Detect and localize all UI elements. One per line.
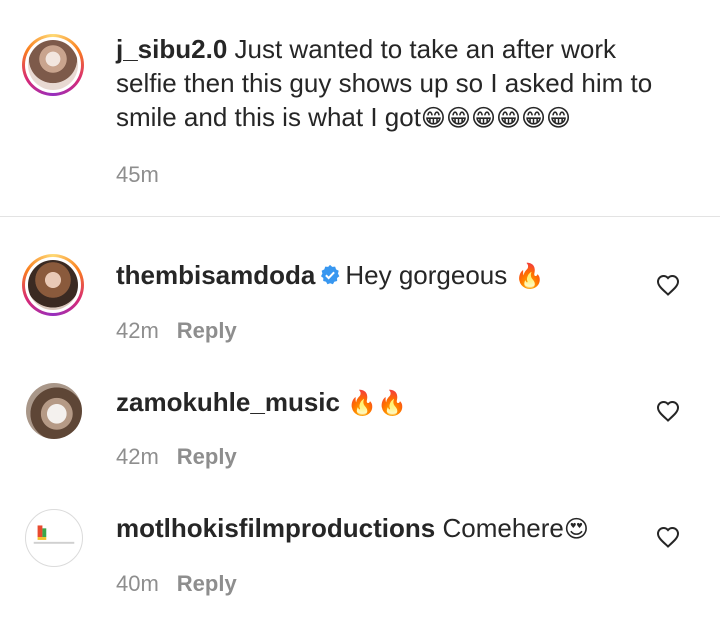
heart-outline-icon[interactable] — [656, 400, 680, 422]
caption-line-1: Just wanted to take an after work — [227, 34, 617, 64]
comment-body: Comehere — [435, 513, 564, 543]
comment-meta: 40m Reply — [116, 571, 237, 597]
comment-body: Hey gorgeous — [345, 260, 515, 290]
caption-emojis: 😁😁😁😁😁😁 — [420, 104, 572, 132]
comment-text: motlhokisfilmproductions Comehere😍 — [116, 511, 589, 546]
reply-button[interactable]: Reply — [177, 444, 237, 469]
comment-avatar[interactable] — [26, 383, 82, 439]
caption-timestamp: 45m — [116, 162, 159, 187]
caption-text: j_sibu2.0 Just wanted to take an after w… — [116, 32, 706, 135]
comment-timestamp: 42m — [116, 318, 159, 343]
comment-timestamp: 42m — [116, 444, 159, 469]
comment-meta: 42m Reply — [116, 318, 237, 344]
post-caption: j_sibu2.0 Just wanted to take an after w… — [0, 0, 720, 216]
comment-emoji: 🔥 — [514, 262, 545, 290]
comment-meta: 42m Reply — [116, 444, 237, 470]
caption-divider — [0, 216, 720, 217]
comment-avatar[interactable] — [25, 509, 83, 567]
comment-username[interactable]: zamokuhle_music — [116, 387, 340, 417]
comment-username[interactable]: thembisamdoda — [116, 260, 315, 290]
reply-button[interactable]: Reply — [177, 318, 237, 343]
comment-avatar[interactable] — [22, 254, 84, 316]
caption-author-avatar[interactable] — [22, 34, 84, 96]
caption-line-3: smile and this is what I got — [116, 102, 421, 132]
verified-badge-icon — [321, 265, 340, 285]
production-logo-icon — [33, 525, 75, 544]
heart-outline-icon[interactable] — [656, 526, 680, 548]
comment-emoji: 😍 — [563, 515, 589, 543]
comment-username[interactable]: motlhokisfilmproductions — [116, 513, 435, 543]
caption-username[interactable]: j_sibu2.0 — [116, 34, 227, 64]
comment-text: thembisamdoda Hey gorgeous 🔥 — [116, 258, 544, 293]
reply-button[interactable]: Reply — [177, 571, 237, 596]
comment-text: zamokuhle_music 🔥🔥 — [116, 385, 407, 420]
heart-outline-icon[interactable] — [656, 274, 680, 296]
comment-emoji: 🔥🔥 — [347, 389, 407, 417]
comment-timestamp: 40m — [116, 571, 159, 596]
caption-line-2: selfie then this guy shows up so I asked… — [116, 68, 653, 98]
